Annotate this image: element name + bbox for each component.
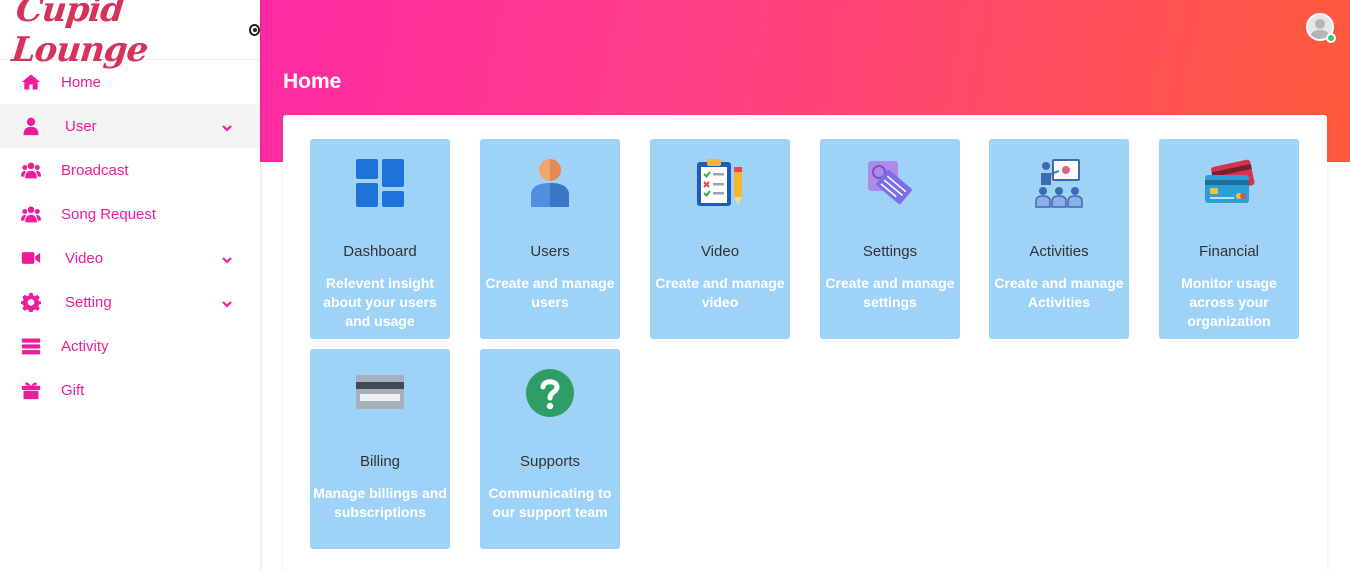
card-billing[interactable]: Billing Manage billings and subscription… <box>310 349 450 549</box>
sidebar-item-label: Gift <box>61 381 85 399</box>
card-title: Video <box>700 243 740 260</box>
sidebar-item-label: Home <box>61 73 102 91</box>
card-users[interactable]: Users Create and manage users <box>480 139 620 339</box>
sidebar-item-broadcast[interactable]: Broadcast <box>0 148 260 192</box>
sidebar-item-label: Song Request <box>61 205 157 223</box>
card-title: Dashboard <box>343 243 417 260</box>
card-description: Create and manage users <box>485 275 615 310</box>
users-group-icon <box>20 203 42 225</box>
sidebar-item-label: Broadcast <box>61 161 129 179</box>
card-title: Billing <box>359 453 401 470</box>
sidebar-item-label: Video <box>65 249 104 267</box>
sidebar-item-song-request[interactable]: Song Request <box>0 192 260 236</box>
sidebar: Cupid Lounge Home User Broadcast Song Re… <box>0 0 260 572</box>
card-title: Activities <box>1029 243 1089 260</box>
sidebar-item-gift[interactable]: Gift <box>0 368 260 412</box>
dashboard-tiles-icon <box>356 159 404 207</box>
main-panel: Dashboard Relevent insight about your us… <box>283 115 1327 572</box>
user-person-icon <box>531 159 569 207</box>
sidebar-item-user[interactable]: User <box>0 104 260 148</box>
brand-mark-icon <box>248 23 260 36</box>
gear-icon <box>20 291 42 313</box>
card-title: Settings <box>862 243 918 260</box>
gift-icon <box>20 379 42 401</box>
clipboard-checklist-icon <box>697 159 742 206</box>
card-dashboard[interactable]: Dashboard Relevent insight about your us… <box>310 139 450 339</box>
card-description: Create and manage video <box>655 275 785 310</box>
brand-logo[interactable]: Cupid Lounge <box>0 0 260 70</box>
card-financial[interactable]: Financial Monitor usage across your orga… <box>1159 139 1299 339</box>
video-camera-icon <box>20 247 42 269</box>
online-status-indicator <box>1326 33 1336 43</box>
list-stack-icon <box>20 335 42 357</box>
card-description: Relevent insight about your users and us… <box>323 275 437 329</box>
blueprint-settings-icon <box>868 161 912 205</box>
user-icon <box>20 115 42 137</box>
chevron-down-icon <box>222 252 232 264</box>
users-group-icon <box>20 159 42 181</box>
sidebar-item-video[interactable]: Video <box>0 236 260 280</box>
chevron-down-icon <box>222 296 232 308</box>
card-description: Communicating to our support team <box>488 485 612 520</box>
card-supports[interactable]: Supports Communicating to our support te… <box>480 349 620 549</box>
card-video[interactable]: Video Create and manage video <box>650 139 790 339</box>
billing-card-icon <box>356 375 404 409</box>
card-description: Create and manage settings <box>825 275 955 310</box>
page-title: Home <box>283 70 342 93</box>
credit-cards-icon <box>1205 159 1255 203</box>
card-settings[interactable]: Settings Create and manage settings <box>820 139 960 339</box>
sidebar-item-label: Setting <box>65 293 112 311</box>
presentation-group-icon <box>1035 159 1083 208</box>
sidebar-item-setting[interactable]: Setting <box>0 280 260 324</box>
chevron-down-icon <box>222 120 232 132</box>
card-title: Financial <box>1198 243 1260 260</box>
card-description: Create and manage Activities <box>994 275 1124 310</box>
question-circle-icon <box>526 369 574 417</box>
card-title: Supports <box>519 453 581 470</box>
sidebar-item-label: Activity <box>61 337 109 355</box>
card-title: Users <box>530 243 570 260</box>
sidebar-item-label: User <box>65 117 97 135</box>
sidebar-item-activity[interactable]: Activity <box>0 324 260 368</box>
sidebar-nav: Home User Broadcast Song Request Video S… <box>0 60 260 412</box>
home-icon <box>20 71 42 93</box>
card-description: Monitor usage across your organization <box>1181 275 1277 329</box>
card-activities[interactable]: Activities Create and manage Activities <box>989 139 1129 339</box>
sidebar-item-home[interactable]: Home <box>0 60 260 104</box>
card-description: Manage billings and subscriptions <box>313 485 447 520</box>
